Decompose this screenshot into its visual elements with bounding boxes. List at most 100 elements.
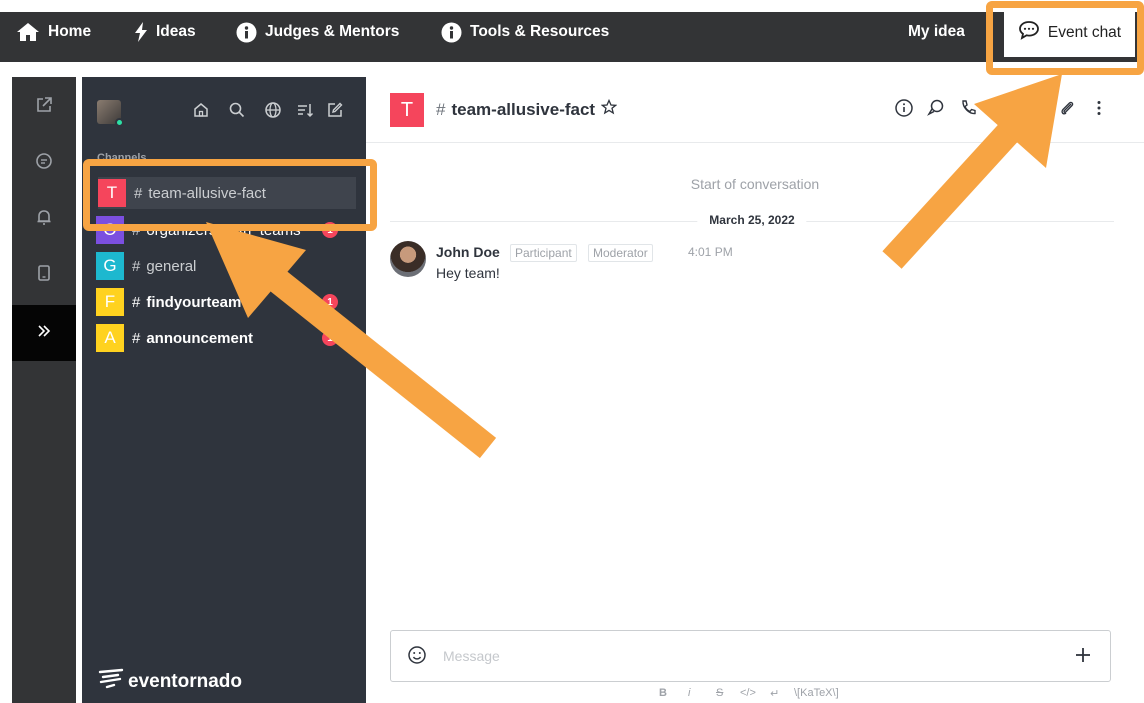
sidebar-header: [82, 77, 366, 147]
user-avatar[interactable]: [97, 100, 124, 127]
search-icon: [228, 101, 246, 124]
nav-judges-mentors[interactable]: Judges & Mentors: [236, 12, 399, 52]
channel-avatar: O: [96, 216, 124, 244]
team-channels-button[interactable]: [988, 99, 1010, 121]
format-katex-button[interactable]: \[KaTeX\]: [794, 687, 839, 699]
channel-avatar: A: [96, 324, 124, 352]
channel-name: findyourteam: [146, 293, 242, 311]
channel-sidebar: Channels T # team-allusive-fact O # orga…: [82, 77, 366, 703]
lightning-icon: [134, 22, 148, 42]
unread-badge: 1: [322, 294, 338, 310]
room-header: T # team-allusive-fact: [366, 77, 1144, 143]
files-button[interactable]: [1056, 99, 1078, 121]
channel-avatar: T: [98, 179, 126, 207]
channel-item-organizers-with-teams[interactable]: O # organizers_with_teams 1: [96, 214, 358, 246]
format-code-button[interactable]: </>: [740, 687, 756, 699]
chat-main: T # team-allusive-fact Start of conversa…: [366, 77, 1144, 703]
tablet-icon: [35, 264, 53, 287]
nav-home[interactable]: Home: [16, 12, 91, 52]
threads-button[interactable]: [925, 99, 947, 121]
star-icon[interactable]: [600, 98, 618, 120]
create-new-button[interactable]: [324, 101, 346, 123]
info-icon: [441, 22, 462, 43]
channel-item-findyourteam[interactable]: F # findyourteam 1: [96, 286, 358, 318]
rail-external-link[interactable]: [12, 79, 76, 135]
phone-icon: [958, 98, 978, 123]
chat-icon: [35, 152, 53, 175]
bell-icon: [35, 208, 53, 231]
discussion-icon: [926, 98, 946, 123]
rail-chat[interactable]: [12, 135, 76, 191]
external-link-icon: [35, 96, 53, 119]
tornado-logo-icon: [98, 668, 124, 696]
call-button[interactable]: [957, 99, 979, 121]
add-attachment-button[interactable]: [1071, 645, 1095, 669]
room-title: # team-allusive-fact: [436, 98, 618, 120]
nav-my-idea-label: My idea: [908, 23, 965, 40]
channel-avatar: F: [96, 288, 124, 316]
nav-judges-label: Judges & Mentors: [265, 23, 400, 40]
hash-icon: #: [132, 257, 141, 275]
room-name: team-allusive-fact: [451, 99, 596, 119]
search-button[interactable]: [226, 101, 248, 123]
message-input[interactable]: [441, 643, 1041, 669]
nav-tools-resources[interactable]: Tools & Resources: [441, 12, 609, 52]
chat-bubble-icon: [1018, 20, 1040, 45]
channel-item-general[interactable]: G # general: [96, 250, 358, 282]
message-time: 4:01 PM: [688, 245, 733, 259]
message-author[interactable]: John Doe: [436, 244, 500, 260]
message-item[interactable]: John Doe Participant Moderator 4:01 PM H…: [390, 241, 1090, 291]
room-info-button[interactable]: [893, 98, 915, 121]
emoji-button[interactable]: [405, 645, 429, 669]
room-avatar: T: [390, 93, 424, 127]
channel-item-announcement[interactable]: A # announcement 1: [96, 322, 358, 354]
home-icon: [192, 101, 210, 124]
channel-name: general: [146, 257, 197, 275]
formatting-toolbar: B i S </> ↵ \[KaTeX\]: [366, 687, 1144, 703]
date-divider-label: March 25, 2022: [697, 213, 807, 227]
nav-home-label: Home: [48, 23, 92, 40]
brand-name: eventornado: [128, 671, 243, 692]
nav-ideas-label: Ideas: [156, 23, 196, 40]
emoji-icon: [407, 645, 427, 670]
role-tag-moderator: Moderator: [588, 244, 653, 262]
rail-notifications[interactable]: [12, 191, 76, 247]
channel-name: team-allusive-fact: [148, 184, 266, 202]
sort-icon: [296, 101, 314, 124]
role-tag-participant: Participant: [510, 244, 577, 262]
directory-button[interactable]: [262, 101, 284, 123]
double-chevron-right-icon: [35, 322, 53, 345]
format-multiline-button[interactable]: ↵: [770, 687, 779, 700]
private-hash-icon: #: [436, 99, 446, 119]
app-rail: [12, 77, 76, 703]
channel-name: organizers_with_teams: [146, 221, 301, 239]
hash-icon: #: [132, 329, 141, 347]
info-icon: [236, 22, 257, 43]
sort-button[interactable]: [294, 101, 316, 123]
event-chat-label: Event chat: [1047, 23, 1122, 41]
edit-icon: [326, 101, 344, 124]
event-chat-button[interactable]: Event chat: [1004, 8, 1135, 57]
nav-my-idea[interactable]: My idea: [908, 12, 965, 52]
nav-ideas[interactable]: Ideas: [134, 12, 196, 52]
format-strike-button[interactable]: S: [716, 687, 723, 699]
nav-tools-label: Tools & Resources: [470, 23, 610, 40]
channel-item-team-allusive-fact[interactable]: T # team-allusive-fact: [98, 177, 356, 209]
hash-icon: #: [134, 184, 143, 202]
format-italic-button[interactable]: i: [688, 687, 690, 699]
author-avatar[interactable]: [390, 241, 426, 277]
unread-badge: 1: [322, 222, 338, 238]
format-bold-button[interactable]: B: [659, 687, 667, 699]
home-button[interactable]: [190, 101, 212, 123]
unread-badge: 1: [322, 330, 338, 346]
folder-icon: [989, 98, 1009, 123]
channel-avatar: G: [96, 252, 124, 280]
rail-expand[interactable]: [12, 305, 76, 361]
paperclip-icon: [1057, 98, 1077, 123]
message-text: Hey team!: [436, 265, 500, 281]
globe-icon: [264, 101, 282, 124]
top-navigation: Home Ideas Judges & Mentors Tools & Reso…: [0, 0, 1144, 62]
rail-device[interactable]: [12, 247, 76, 303]
room-kebab-menu[interactable]: [1088, 99, 1110, 121]
kebab-menu-icon: [1089, 98, 1109, 123]
